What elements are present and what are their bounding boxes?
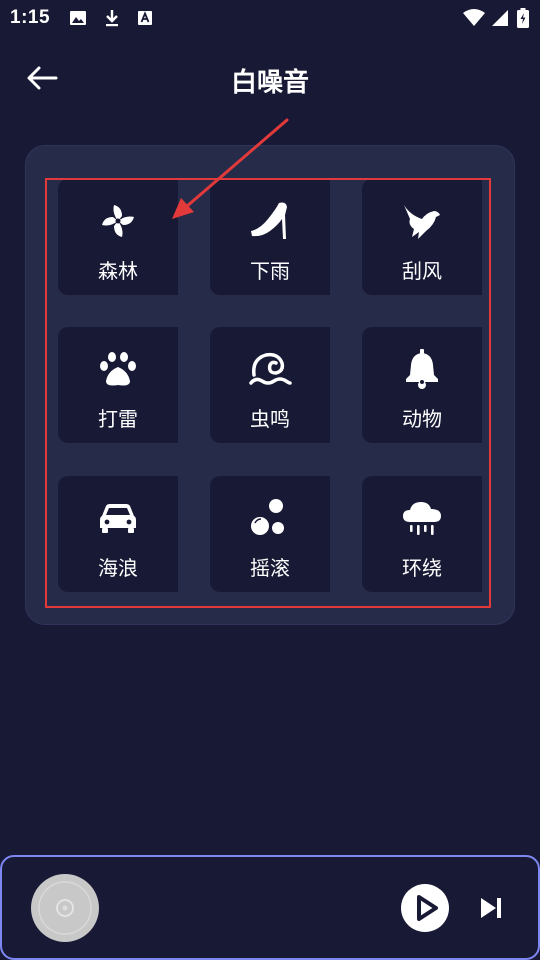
download-icon <box>106 10 118 27</box>
sound-tile-surround[interactable]: 环绕 <box>362 476 482 592</box>
sound-label: 刮风 <box>402 259 442 283</box>
header: 白噪音 <box>0 50 540 106</box>
bubbles-icon <box>251 499 284 535</box>
disc-icon[interactable] <box>31 874 99 942</box>
dove-icon <box>404 205 440 239</box>
player-bar <box>0 855 540 960</box>
sound-label: 打雷 <box>98 407 138 431</box>
play-icon[interactable] <box>400 883 450 933</box>
sound-label: 摇滚 <box>250 556 290 580</box>
sound-label: 海浪 <box>98 556 138 580</box>
car-icon <box>100 504 136 533</box>
sound-label: 虫鸣 <box>250 407 290 431</box>
sound-tile-rain[interactable]: 下雨 <box>210 179 330 295</box>
battery-icon <box>517 8 529 28</box>
sound-label: 下雨 <box>250 259 290 283</box>
image-icon <box>70 11 86 25</box>
sound-tile-animals[interactable]: 动物 <box>362 327 482 443</box>
sound-label: 动物 <box>402 407 442 431</box>
skip-next-icon[interactable] <box>476 893 506 923</box>
wifi-icon <box>463 9 485 26</box>
status-time: 1:15 <box>10 7 51 28</box>
bell-icon <box>406 349 438 389</box>
high-heel-icon <box>251 202 287 239</box>
sound-label: 森林 <box>98 259 138 283</box>
sound-tile-insects[interactable]: 虫鸣 <box>210 327 330 443</box>
sound-tile-wind[interactable]: 刮风 <box>362 179 482 295</box>
status-bar: 1:15 <box>0 0 540 36</box>
page-title: 白噪音 <box>230 68 309 98</box>
sound-tile-forest[interactable]: 森林 <box>58 179 178 295</box>
sound-tile-waves[interactable]: 海浪 <box>58 476 178 592</box>
sound-label: 环绕 <box>402 556 442 580</box>
sound-tile-thunder[interactable]: 打雷 <box>58 327 178 443</box>
pinwheel-icon <box>102 205 134 237</box>
sound-tile-rock[interactable]: 摇滚 <box>210 476 330 592</box>
signal-icon <box>492 10 508 26</box>
cloud-rain-icon <box>403 502 441 535</box>
text-a-icon <box>138 11 152 25</box>
wave-icon <box>249 352 292 385</box>
paw-icon <box>100 352 136 386</box>
